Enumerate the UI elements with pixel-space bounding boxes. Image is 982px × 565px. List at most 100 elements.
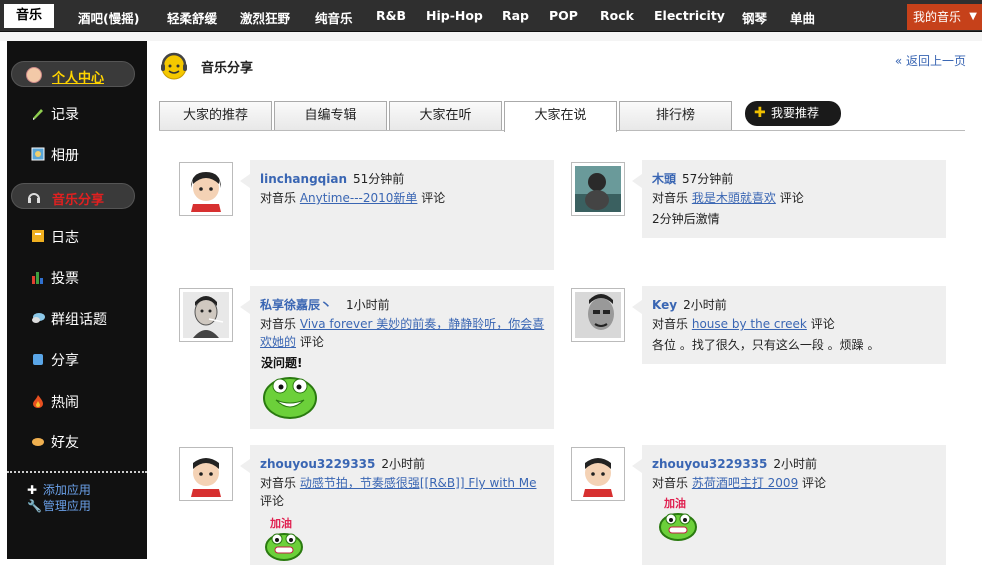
cheer-frog-emoticon: 加油 xyxy=(656,495,700,544)
nav-single[interactable]: 单曲 xyxy=(790,8,815,27)
tab-everyone-recommend[interactable]: 大家的推荐 xyxy=(159,101,272,130)
post-username[interactable]: Key xyxy=(652,298,677,312)
user-avatar[interactable] xyxy=(571,447,625,501)
bar-chart-icon xyxy=(31,270,45,284)
post-suffix: 评论 xyxy=(299,335,324,349)
sidebar-item-label: 分享 xyxy=(51,353,79,369)
tab-custom-album[interactable]: 自编专辑 xyxy=(274,101,387,130)
user-avatar[interactable] xyxy=(179,162,233,216)
sidebar-divider xyxy=(7,471,147,473)
post-comment: 2分钟后激情 xyxy=(652,212,720,226)
post-card: linchangqian 51分钟前 对音乐 Anytime---2010新单 评… xyxy=(240,160,554,270)
add-app-link[interactable]: ✚ 添加应用 xyxy=(27,481,91,498)
post-card: 私享徐嘉辰丶 1小时前 对音乐 Viva forever 美妙的前奏，静静聆听，你… xyxy=(240,286,554,429)
top-nav: 音乐 酒吧(慢摇) 轻柔舒缓 激烈狂野 纯音乐 R&B Hip-Hop Rap … xyxy=(0,0,982,32)
post-comment: 各位 。找了很久，只有这么一段 。烦躁 。 xyxy=(652,338,880,352)
tab-bar: 大家的推荐 自编专辑 大家在听 大家在说 排行榜 xyxy=(159,101,965,132)
sidebar-item-label: 群组话题 xyxy=(51,312,107,328)
tab-ranking[interactable]: 排行榜 xyxy=(619,101,732,130)
main-content: 音乐分享 « 返回上一页 大家的推荐 自编专辑 大家在听 大家在说 排行榜 ✚ … xyxy=(147,41,982,565)
manage-app-link[interactable]: 🔧 管理应用 xyxy=(27,497,91,514)
sidebar-item-label: 热闹 xyxy=(51,395,79,411)
headphone-smiley-icon xyxy=(161,52,187,80)
dropdown-arrow-icon: ▼ xyxy=(969,11,977,22)
sidebar-item-label: 日志 xyxy=(51,230,79,246)
recommend-button[interactable]: ✚ 我要推荐 xyxy=(745,101,841,126)
sidebar-item-label: 记录 xyxy=(51,107,79,123)
nav-pop[interactable]: POP xyxy=(549,8,578,23)
manage-app-label: 管理应用 xyxy=(42,499,91,513)
post-time: 2小时前 xyxy=(773,457,818,471)
post-suffix: 评论 xyxy=(779,191,804,205)
no-problem-emoticon: 没问题! xyxy=(258,354,326,423)
nav-piano[interactable]: 钢琴 xyxy=(742,8,767,27)
nav-gap xyxy=(0,32,982,41)
music-link[interactable]: 苏荷酒吧主打 2009 xyxy=(692,476,798,490)
post-suffix: 评论 xyxy=(421,191,446,205)
post-prefix: 对音乐 xyxy=(260,476,297,490)
post-prefix: 对音乐 xyxy=(652,476,689,490)
nav-bar-slow[interactable]: 酒吧(慢摇) xyxy=(78,8,139,27)
my-music-label: 我的音乐 xyxy=(913,10,962,24)
nav-hiphop[interactable]: Hip-Hop xyxy=(426,8,483,23)
post-card: 木頭 57分钟前 对音乐 我是木頭就喜欢 评论 2分钟后激情 xyxy=(632,160,946,238)
add-app-label: 添加应用 xyxy=(42,483,91,497)
photo-avatar-icon xyxy=(575,166,621,212)
sidebar-profile-label: 个人中心 xyxy=(52,71,105,86)
sidebar-music-share-button[interactable]: 音乐分享 xyxy=(11,183,135,209)
tab-talking[interactable]: 大家在说 xyxy=(504,101,617,132)
nav-current-music[interactable]: 音乐 xyxy=(4,4,54,28)
nav-wild[interactable]: 激烈狂野 xyxy=(240,8,290,27)
post-card: zhouyou3229335 2小时前 对音乐 动感节拍，节奏感很强[[R&B]]… xyxy=(240,445,554,565)
music-link[interactable]: 我是木頭就喜欢 xyxy=(692,191,776,205)
music-link[interactable]: Anytime---2010新单 xyxy=(300,191,418,205)
music-link[interactable]: house by the creek xyxy=(692,317,807,331)
page-title: 音乐分享 xyxy=(201,61,254,76)
cheer-frog-emoticon: 加油 xyxy=(262,515,306,564)
nav-soft[interactable]: 轻柔舒缓 xyxy=(167,8,217,27)
nav-electricity[interactable]: Electricity xyxy=(654,8,725,23)
plus-icon: ✚ xyxy=(754,105,766,121)
cartoon-avatar-icon xyxy=(183,451,229,497)
emoticon-label: 加油 xyxy=(269,516,292,530)
nav-rock[interactable]: Rock xyxy=(600,8,634,23)
photo-avatar-icon xyxy=(183,292,229,338)
profile-avatar-icon xyxy=(26,67,42,83)
nav-pure[interactable]: 纯音乐 xyxy=(315,8,353,27)
my-music-menu[interactable]: 我的音乐 ▼ xyxy=(907,4,982,30)
emoticon-label: 加油 xyxy=(663,496,686,510)
post-time: 57分钟前 xyxy=(682,172,734,186)
handshake-icon xyxy=(31,434,45,448)
pencil-icon xyxy=(31,106,45,120)
post-username[interactable]: zhouyou3229335 xyxy=(652,457,767,471)
post-time: 2小时前 xyxy=(381,457,426,471)
sidebar-item-label: 相册 xyxy=(51,148,79,164)
tab-listening[interactable]: 大家在听 xyxy=(389,101,502,130)
headphones-icon xyxy=(26,189,42,205)
nav-rap[interactable]: Rap xyxy=(502,8,529,23)
post-suffix: 评论 xyxy=(810,317,835,331)
post-prefix: 对音乐 xyxy=(652,317,689,331)
sidebar-profile-button[interactable]: 个人中心 xyxy=(11,61,135,87)
back-link[interactable]: « 返回上一页 xyxy=(895,52,966,69)
nav-rnb[interactable]: R&B xyxy=(376,8,406,23)
post-prefix: 对音乐 xyxy=(260,317,297,331)
music-link[interactable]: 动感节拍，节奏感很强[[R&B]] Fly with Me xyxy=(300,476,537,490)
sidebar: 个人中心 记录 相册 音乐分享 日志 投票 群组话题 分享 热闹 好友 ✚ 添加… xyxy=(7,41,147,559)
post-username[interactable]: 私享徐嘉辰丶 xyxy=(260,298,332,312)
post-username[interactable]: zhouyou3229335 xyxy=(260,457,375,471)
sidebar-item-label: 好友 xyxy=(51,435,79,451)
user-avatar[interactable] xyxy=(179,288,233,342)
post-suffix: 评论 xyxy=(260,494,285,508)
plus-icon: ✚ xyxy=(27,483,38,497)
post-card: zhouyou3229335 2小时前 对音乐 苏荷酒吧主打 2009 评论 加油 xyxy=(632,445,946,565)
post-suffix: 评论 xyxy=(802,476,827,490)
post-username[interactable]: linchangqian xyxy=(260,172,347,186)
photo-avatar-icon xyxy=(575,292,621,338)
user-avatar[interactable] xyxy=(179,447,233,501)
post-time: 51分钟前 xyxy=(353,172,405,186)
post-time: 1小时前 xyxy=(346,298,390,312)
user-avatar[interactable] xyxy=(571,288,625,342)
user-avatar[interactable] xyxy=(571,162,625,216)
post-username[interactable]: 木頭 xyxy=(652,172,676,186)
